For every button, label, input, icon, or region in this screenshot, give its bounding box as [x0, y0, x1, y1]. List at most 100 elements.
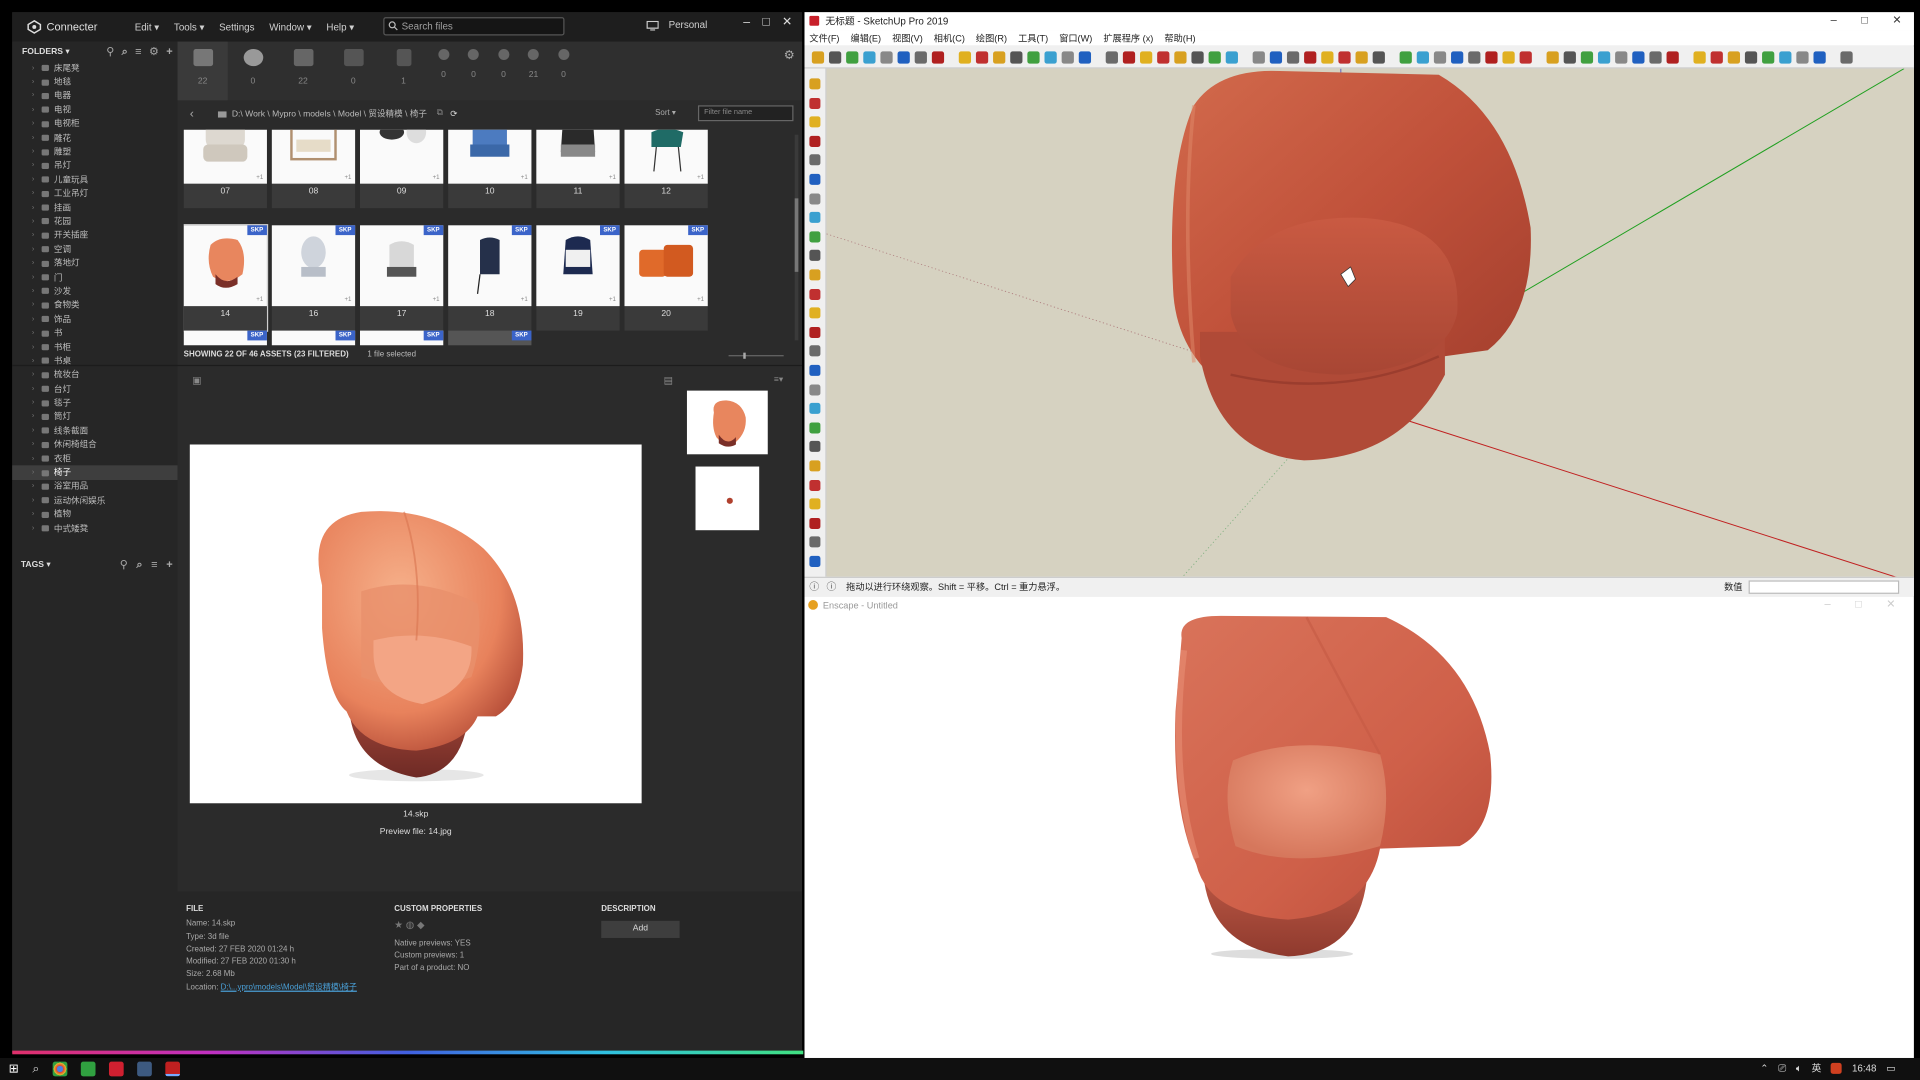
toolbar-tool-icon[interactable] [1105, 51, 1118, 64]
toolbar-tool-icon[interactable] [811, 51, 825, 64]
toolbar-tool-icon[interactable] [1027, 51, 1040, 64]
minimize-icon[interactable]: – [1831, 13, 1837, 26]
app-red-icon[interactable] [108, 1061, 124, 1077]
left-tool-icon[interactable] [809, 135, 821, 147]
asset-tile[interactable]: SKP [448, 330, 532, 346]
toolbar-tool-icon[interactable] [846, 51, 859, 64]
chevron-right-icon[interactable]: › [32, 343, 42, 350]
chevron-right-icon[interactable]: › [32, 288, 42, 295]
toolbar-tool-icon[interactable] [1078, 51, 1092, 64]
left-tool-icon[interactable] [809, 383, 821, 396]
asset-tile[interactable]: +1 07 [183, 129, 267, 209]
workspace-selector[interactable]: Personal [646, 20, 707, 31]
folder-item[interactable]: › 儿童玩具 [12, 173, 177, 187]
chevron-right-icon[interactable]: › [32, 134, 42, 141]
toolbar-tool-icon[interactable] [1563, 51, 1576, 64]
left-tool-icon[interactable] [809, 307, 821, 319]
left-tool-icon[interactable] [809, 517, 821, 529]
toolbar-tool-icon[interactable] [1191, 51, 1204, 64]
folder-item[interactable]: › 工业吊灯 [12, 187, 177, 201]
toolbar-tool-icon[interactable] [1580, 51, 1594, 64]
folder-item[interactable]: › 地毯 [12, 75, 177, 89]
chevron-right-icon[interactable]: › [32, 525, 42, 532]
sketchup-menu-item[interactable]: 工具(T) [1018, 31, 1048, 44]
toolbar-tool-icon[interactable] [1762, 51, 1775, 64]
left-tool-icon[interactable] [809, 536, 821, 548]
sketchup-menu-item[interactable]: 相机(C) [934, 31, 965, 44]
location-link[interactable]: D:\...ypro\models\Model\贸设精模\椅子 [221, 983, 357, 992]
toolbar-tool-icon[interactable] [897, 51, 910, 64]
toolbar-tool-icon[interactable] [1321, 51, 1334, 64]
left-tool-icon[interactable] [809, 422, 821, 434]
folder-item[interactable]: › 休闲椅组合 [12, 438, 177, 452]
left-tool-icon[interactable] [809, 479, 821, 491]
toolbar-tool-icon[interactable] [1468, 51, 1481, 64]
sketchup-menu-item[interactable]: 窗口(W) [1059, 31, 1092, 44]
folder-item[interactable]: › 电视柜 [12, 117, 177, 131]
app-green-icon[interactable] [80, 1061, 96, 1077]
toolbar-tool-icon[interactable] [1727, 51, 1741, 64]
notification-icon[interactable]: ▭ [1886, 1063, 1895, 1074]
folder-item[interactable]: › 花园 [12, 215, 177, 229]
sketchup-menu-item[interactable]: 帮助(H) [1164, 31, 1195, 44]
chevron-right-icon[interactable]: › [32, 260, 42, 267]
folder-item[interactable]: › 挂画 [12, 201, 177, 215]
copy-path-icon[interactable]: ⧉ [437, 109, 443, 119]
asset-tile[interactable]: SKP +1 20 [624, 225, 708, 331]
measurements-input[interactable] [1748, 580, 1900, 594]
toolbar-tool-icon[interactable] [1269, 51, 1283, 64]
folder-item[interactable]: › 门 [12, 270, 177, 284]
toolbar-tool-icon[interactable] [1796, 51, 1809, 64]
close-icon[interactable]: ✕ [1892, 13, 1901, 26]
filter-filename-input[interactable]: Filter file name [697, 105, 794, 122]
chevron-right-icon[interactable]: › [32, 427, 42, 434]
asset-tile[interactable]: SKP [360, 330, 444, 346]
folder-item[interactable]: › 衣柜 [12, 452, 177, 466]
toolbar-tool-icon[interactable] [1174, 51, 1187, 64]
folder-item[interactable]: › 中式矮凳 [12, 522, 177, 536]
filter-previews[interactable]: 21 [519, 42, 549, 101]
filter-materials[interactable]: 0 [228, 42, 278, 101]
sketchup-menu-item[interactable]: 文件(F) [809, 31, 839, 44]
chevron-right-icon[interactable]: › [32, 120, 42, 127]
folder-item[interactable]: › 空调 [12, 243, 177, 257]
preview-camera-icon[interactable]: ▣ [192, 375, 201, 386]
toolbar-tool-icon[interactable] [1208, 51, 1221, 64]
left-tool-icon[interactable] [809, 345, 821, 357]
left-tool-icon[interactable] [809, 78, 821, 90]
chevron-up-icon[interactable]: ⌃ [1760, 1063, 1768, 1074]
toolbar-tool-icon[interactable] [828, 51, 842, 64]
tag-sort-icon[interactable]: ≡ [151, 558, 157, 571]
left-tool-icon[interactable] [809, 212, 821, 224]
asset-tile[interactable]: SKP [183, 330, 267, 346]
toolbar-tool-icon[interactable] [1744, 51, 1758, 64]
toolbar-tool-icon[interactable] [1372, 51, 1385, 64]
chevron-right-icon[interactable]: › [32, 330, 42, 337]
windows-start-icon[interactable]: ⊞ [9, 1062, 19, 1075]
folder-item[interactable]: › 筒灯 [12, 410, 177, 424]
minimize-icon[interactable]: – [1825, 598, 1831, 611]
folder-item[interactable]: › 床尾凳 [12, 61, 177, 75]
folder-item[interactable]: › 食物类 [12, 298, 177, 312]
folder-item[interactable]: › 浴室用品 [12, 480, 177, 494]
grid-scrollbar[interactable] [794, 134, 799, 341]
folder-item[interactable]: › 梳妆台 [12, 368, 177, 382]
left-tool-icon[interactable] [809, 326, 821, 338]
left-tool-icon[interactable] [809, 288, 821, 300]
toolbar-tool-icon[interactable] [914, 51, 927, 64]
toolbar-tool-icon[interactable] [1044, 51, 1057, 64]
filter-tagged[interactable]: 0 [459, 42, 489, 101]
network-icon[interactable]: ⎚ [1778, 1062, 1786, 1074]
folder-item[interactable]: › 运动休闲娱乐 [12, 494, 177, 508]
input-language[interactable]: 英 [1812, 1062, 1822, 1075]
filter-videos[interactable]: 0 [328, 42, 378, 101]
left-tool-icon[interactable] [809, 192, 821, 204]
folder-item[interactable]: › 书柜 [12, 340, 177, 354]
toolbar-tool-icon[interactable] [1840, 51, 1853, 64]
chevron-right-icon[interactable]: › [32, 316, 42, 323]
left-tool-icon[interactable] [809, 441, 821, 453]
connecter-taskbar-icon[interactable] [137, 1061, 152, 1077]
toolbar-tool-icon[interactable] [1779, 51, 1792, 64]
folder-item[interactable]: › 沙发 [12, 284, 177, 298]
toolbar-tool-icon[interactable] [880, 51, 893, 64]
